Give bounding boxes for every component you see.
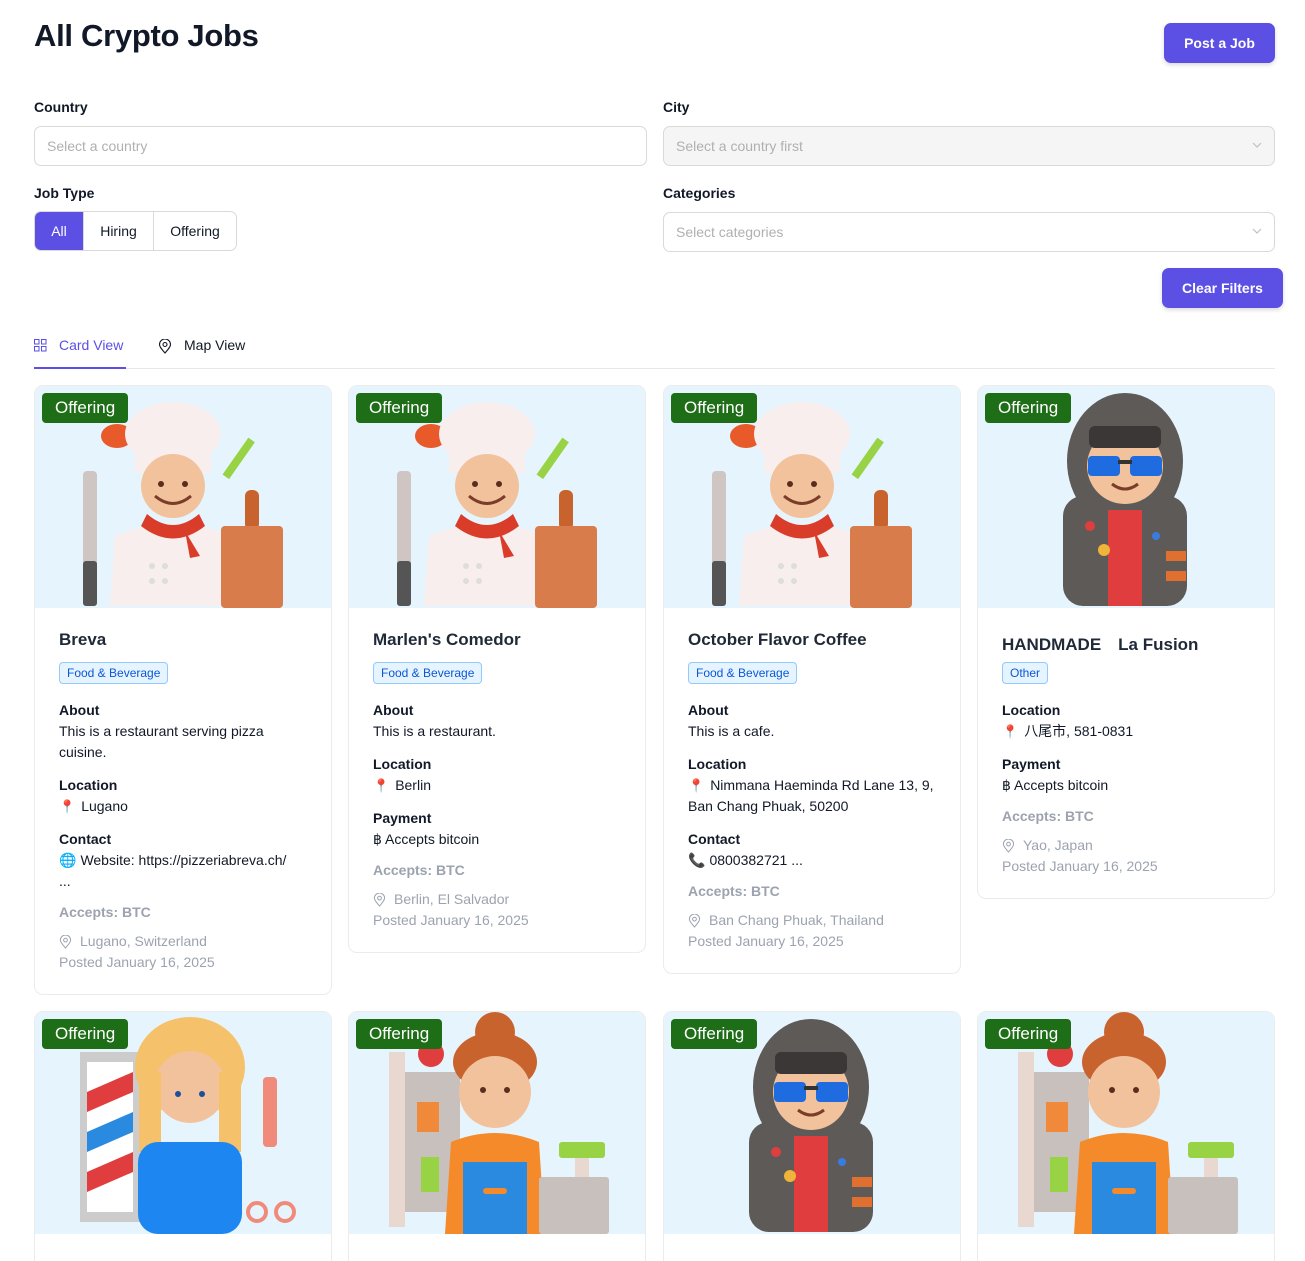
- payment-text: ฿ Accepts bitcoin: [373, 831, 480, 847]
- map-pin-icon: [158, 339, 172, 354]
- job-card[interactable]: Offering: [34, 1011, 332, 1261]
- posted-date: Posted January 16, 2025: [373, 912, 529, 928]
- accepts-text: Accepts: BTC: [688, 883, 780, 899]
- tab-map-view[interactable]: Map View: [158, 337, 245, 369]
- country-label: Country: [34, 99, 88, 115]
- offering-badge: Offering: [42, 393, 129, 423]
- contact-text[interactable]: 0800382721 ...: [709, 852, 802, 868]
- job-card[interactable]: Offering Marlen's Comedor Food & Beverag…: [348, 385, 646, 953]
- contact-heading: Contact: [688, 831, 741, 847]
- pushpin-icon: 📍: [1002, 724, 1019, 739]
- job-type-label: Job Type: [34, 185, 95, 201]
- about-heading: About: [688, 702, 729, 718]
- page-title: All Crypto Jobs: [34, 18, 259, 53]
- tab-card-view-label: Card View: [59, 337, 124, 353]
- accepts-text: Accepts: BTC: [373, 862, 465, 878]
- posted-date: Posted January 16, 2025: [59, 954, 215, 970]
- about-text: This is a restaurant.: [373, 723, 496, 739]
- offering-badge: Offering: [671, 393, 758, 423]
- post-job-button[interactable]: Post a Job: [1164, 23, 1275, 63]
- category-tag: Food & Beverage: [59, 662, 169, 684]
- chevron-down-icon: [1252, 142, 1262, 148]
- job-type-offering[interactable]: Offering: [153, 212, 236, 250]
- country-placeholder: Select a country: [47, 138, 148, 154]
- offering-badge: Offering: [985, 393, 1072, 423]
- map-pin-icon: [373, 892, 386, 907]
- city-placeholder: Select a country first: [676, 138, 803, 154]
- payment-text: ฿ Accepts bitcoin: [1002, 777, 1109, 793]
- contact-more: ...: [59, 873, 71, 889]
- phone-icon: 📞: [688, 852, 706, 868]
- card-title: Breva: [59, 630, 107, 649]
- accepts-text: Accepts: BTC: [59, 904, 151, 920]
- offering-badge: Offering: [985, 1019, 1072, 1049]
- globe-icon: 🌐: [59, 852, 77, 868]
- about-text: This is a cafe.: [688, 723, 775, 739]
- job-type-hiring[interactable]: Hiring: [83, 212, 153, 250]
- clear-filters-button[interactable]: Clear Filters: [1162, 268, 1283, 308]
- about-text: This is a restaurant serving pizza cuisi…: [59, 723, 264, 760]
- payment-heading: Payment: [1002, 756, 1061, 772]
- map-pin-icon: [59, 934, 72, 949]
- map-pin-icon: [688, 913, 701, 928]
- pushpin-icon: 📍: [688, 778, 705, 793]
- category-tag: Food & Beverage: [373, 662, 483, 684]
- place-text: Yao, Japan: [1023, 837, 1093, 853]
- location-text: Lugano: [81, 798, 128, 814]
- location-text: 八尾市, 581-0831: [1024, 723, 1134, 739]
- about-heading: About: [373, 702, 414, 718]
- location-heading: Location: [373, 756, 432, 772]
- posted-date: Posted January 16, 2025: [1002, 858, 1158, 874]
- place-text: Ban Chang Phuak, Thailand: [709, 912, 884, 928]
- job-type-all[interactable]: All: [35, 212, 83, 250]
- pushpin-icon: 📍: [59, 799, 76, 814]
- job-card[interactable]: Offering HANDMADE La Fusion Other Locati…: [977, 385, 1275, 899]
- job-card[interactable]: Offering October Flavor Coffee Food & Be…: [663, 385, 961, 974]
- tab-card-view[interactable]: Card View: [34, 337, 126, 369]
- view-tabs: Card View Map View: [34, 337, 1275, 369]
- location-text: Nimmana Haeminda Rd Lane 13, 9, Ban Chan…: [688, 777, 934, 814]
- offering-badge: Offering: [42, 1019, 129, 1049]
- location-heading: Location: [688, 756, 747, 772]
- city-select[interactable]: Select a country first: [663, 126, 1275, 166]
- card-title: Marlen's Comedor: [373, 630, 521, 649]
- map-pin-icon: [1002, 838, 1015, 853]
- chevron-down-icon: [1252, 228, 1262, 234]
- contact-heading: Contact: [59, 831, 112, 847]
- pushpin-icon: 📍: [373, 778, 390, 793]
- card-title: HANDMADE La Fusion: [1002, 635, 1199, 654]
- location-heading: Location: [59, 777, 118, 793]
- place-text: Berlin, El Salvador: [394, 891, 510, 907]
- city-label: City: [663, 99, 690, 115]
- category-tag: Food & Beverage: [688, 662, 798, 684]
- job-card[interactable]: Offering: [348, 1011, 646, 1261]
- job-card[interactable]: Offering: [663, 1011, 961, 1261]
- accepts-text: Accepts: BTC: [1002, 808, 1094, 824]
- grid-icon: [34, 339, 47, 352]
- category-tag: Other: [1002, 662, 1049, 684]
- categories-select[interactable]: Select categories: [663, 212, 1275, 252]
- offering-badge: Offering: [356, 1019, 443, 1049]
- location-text: Berlin: [395, 777, 431, 793]
- job-card[interactable]: Offering: [977, 1011, 1275, 1261]
- about-heading: About: [59, 702, 100, 718]
- categories-label: Categories: [663, 185, 736, 201]
- country-select[interactable]: Select a country: [34, 126, 647, 166]
- card-title: October Flavor Coffee: [688, 630, 867, 649]
- job-card[interactable]: Offering Breva Food & Beverage About Thi…: [34, 385, 332, 995]
- job-type-segmented: All Hiring Offering: [34, 211, 237, 251]
- place-text: Lugano, Switzerland: [80, 933, 207, 949]
- contact-text[interactable]: Website: https://pizzeriabreva.ch/: [80, 852, 286, 868]
- tab-map-view-label: Map View: [184, 337, 246, 353]
- location-heading: Location: [1002, 702, 1061, 718]
- categories-placeholder: Select categories: [676, 224, 784, 240]
- offering-badge: Offering: [671, 1019, 758, 1049]
- posted-date: Posted January 16, 2025: [688, 933, 844, 949]
- offering-badge: Offering: [356, 393, 443, 423]
- payment-heading: Payment: [373, 810, 432, 826]
